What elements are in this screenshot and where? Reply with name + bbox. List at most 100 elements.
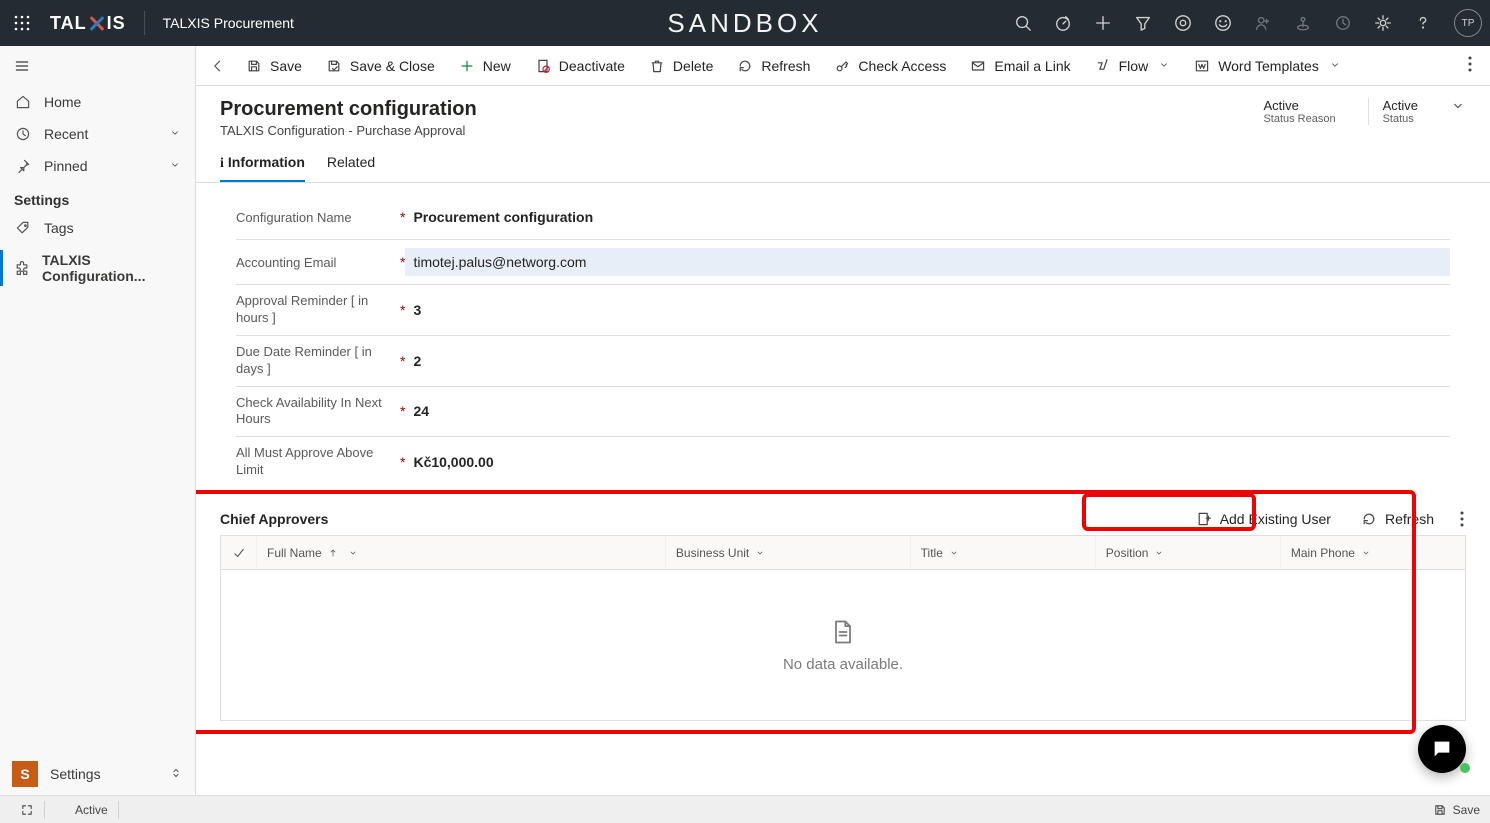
topbar-right-group: TP — [1014, 9, 1482, 37]
form-header: Procurement configuration TALXIS Configu… — [196, 86, 1490, 144]
check-access-button[interactable]: Check Access — [824, 52, 956, 80]
field-label-config-name: Configuration Name — [236, 210, 396, 225]
filter-icon[interactable] — [1134, 14, 1152, 32]
puzzle-icon — [14, 260, 30, 276]
grid-refresh-button[interactable]: Refresh — [1355, 507, 1440, 531]
assist-icon[interactable] — [1174, 14, 1192, 32]
sidebar-item-tags[interactable]: Tags — [0, 212, 195, 244]
chevron-down-icon — [755, 548, 765, 558]
delete-button[interactable]: Delete — [639, 52, 723, 80]
field-value-approval-reminder[interactable]: 3 — [405, 296, 1450, 324]
cmd-label: Flow — [1119, 58, 1149, 74]
plus-icon[interactable] — [1094, 14, 1112, 32]
status-value: Active — [1383, 98, 1418, 113]
col-title[interactable]: Title — [911, 536, 1096, 569]
tag-icon — [14, 220, 32, 236]
home-icon — [14, 94, 32, 110]
sidebar-item-pinned[interactable]: Pinned — [0, 150, 195, 182]
refresh-button[interactable]: Refresh — [727, 52, 820, 80]
act-label: Add Existing User — [1220, 511, 1331, 527]
field-value-accounting-email[interactable]: timotej.palus@networg.com — [405, 248, 1450, 276]
section-title: Chief Approvers — [220, 511, 328, 527]
chief-approvers-grid: Full Name Business Unit Title Position — [220, 535, 1466, 721]
field-label-due-date-reminder: Due Date Reminder [ in days ] — [236, 344, 396, 378]
col-business-unit[interactable]: Business Unit — [666, 536, 911, 569]
col-main-phone[interactable]: Main Phone — [1281, 536, 1465, 569]
sidebar-item-talxis-configurations[interactable]: TALXIS Configuration... — [0, 244, 195, 292]
tab-label: Related — [327, 154, 375, 170]
chevron-down-icon — [949, 548, 959, 558]
cmd-label: Delete — [673, 58, 713, 74]
refresh-icon — [737, 58, 753, 74]
sidebar-item-label: Tags — [44, 220, 74, 236]
tab-information[interactable]: iInformation — [220, 144, 305, 182]
chevron-down-icon — [1154, 548, 1164, 558]
flow-button[interactable]: Flow — [1085, 52, 1181, 80]
clock-icon[interactable] — [1334, 14, 1352, 32]
app-launcher-icon[interactable] — [8, 15, 36, 31]
sidebar-item-recent[interactable]: Recent — [0, 118, 195, 150]
save-close-button[interactable]: Save & Close — [316, 52, 445, 80]
col-label: Full Name — [267, 546, 322, 560]
col-label: Title — [921, 546, 943, 560]
search-icon[interactable] — [1014, 14, 1032, 32]
back-button[interactable] — [204, 58, 232, 74]
chat-fab[interactable] — [1418, 725, 1466, 773]
word-templates-button[interactable]: Word Templates — [1184, 52, 1351, 80]
tab-related[interactable]: Related — [327, 144, 375, 182]
sidebar-footer[interactable]: S Settings — [0, 753, 195, 795]
app-name: TALXIS Procurement — [163, 15, 294, 31]
col-full-name[interactable]: Full Name — [257, 536, 666, 569]
form-body: Configuration Name * Procurement configu… — [196, 183, 1490, 795]
word-icon — [1194, 58, 1210, 74]
brand-logo: TALIS — [50, 13, 126, 34]
field-value-check-availability[interactable]: 24 — [405, 397, 1450, 425]
statusbar-active-label: Active — [75, 803, 108, 817]
col-position[interactable]: Position — [1096, 536, 1281, 569]
person-icon[interactable] — [1254, 14, 1272, 32]
deactivate-button[interactable]: Deactivate — [525, 52, 635, 80]
field-value-due-date-reminder[interactable]: 2 — [405, 347, 1450, 375]
grid-empty-state: No data available. — [221, 570, 1465, 720]
new-button[interactable]: New — [449, 52, 521, 80]
commandbar-overflow[interactable] — [1458, 50, 1482, 81]
sidebar-item-label: Home — [44, 94, 81, 110]
gear-icon[interactable] — [1374, 14, 1392, 32]
timer-icon[interactable] — [1054, 14, 1072, 32]
clock-icon — [14, 126, 32, 142]
col-select-all[interactable] — [221, 536, 257, 569]
sidebar-item-home[interactable]: Home — [0, 86, 195, 118]
status-expand[interactable] — [1450, 98, 1466, 114]
field-label-check-availability: Check Availability In Next Hours — [236, 395, 396, 429]
grid-header: Full Name Business Unit Title Position — [221, 536, 1465, 570]
mail-icon — [970, 58, 986, 74]
joystick-icon[interactable] — [1294, 14, 1312, 32]
sort-asc-icon — [328, 548, 338, 558]
col-label: Business Unit — [676, 546, 749, 560]
field-value-approve-limit[interactable]: Kč10,000.00 — [405, 448, 1450, 476]
refresh-icon — [1361, 511, 1377, 527]
sidebar-footer-label: Settings — [50, 766, 101, 782]
sidebar-item-label: TALXIS Configuration... — [42, 252, 181, 284]
avatar[interactable]: TP — [1454, 9, 1482, 37]
statusbar-save-button[interactable]: Save — [1433, 803, 1480, 817]
save-button[interactable]: Save — [236, 52, 312, 80]
cmd-label: Email a Link — [994, 58, 1070, 74]
field-value-config-name[interactable]: Procurement configuration — [405, 203, 1450, 231]
tab-label: Information — [228, 154, 305, 170]
save-close-icon — [326, 58, 342, 74]
add-existing-user-button[interactable]: Add Existing User — [1190, 507, 1337, 531]
pin-icon — [14, 158, 32, 174]
status-reason-value: Active — [1263, 98, 1335, 113]
status-label: Status — [1383, 113, 1418, 125]
menu-toggle[interactable] — [0, 46, 195, 86]
sidebar: Home Recent Pinned Settings Tags TALXIS … — [0, 46, 196, 795]
grid-overflow[interactable] — [1458, 507, 1466, 531]
help-icon[interactable] — [1414, 14, 1432, 32]
cmd-label: Check Access — [858, 58, 946, 74]
email-link-button[interactable]: Email a Link — [960, 52, 1080, 80]
flow-icon — [1095, 58, 1111, 74]
smile-icon[interactable] — [1214, 14, 1232, 32]
cmd-label: Refresh — [761, 58, 810, 74]
fullscreen-button[interactable] — [10, 801, 45, 819]
